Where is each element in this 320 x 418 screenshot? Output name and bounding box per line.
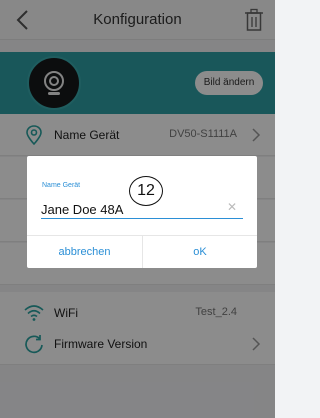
cancel-button[interactable]: abbrechen xyxy=(27,236,142,268)
name-field-label: Name Gerät xyxy=(42,182,81,189)
clear-icon[interactable]: ✕ xyxy=(227,200,237,214)
input-underline xyxy=(41,218,243,219)
config-screen: Konfiguration Bild ändern Name Gerät DV5… xyxy=(0,0,275,418)
annotation-marker: 12 xyxy=(129,176,163,206)
rename-dialog: Name Gerät 12 Jane Doe 48A ✕ abbrechen o… xyxy=(27,156,257,268)
ok-button[interactable]: oK xyxy=(143,236,257,268)
name-input[interactable]: Jane Doe 48A xyxy=(41,202,123,217)
